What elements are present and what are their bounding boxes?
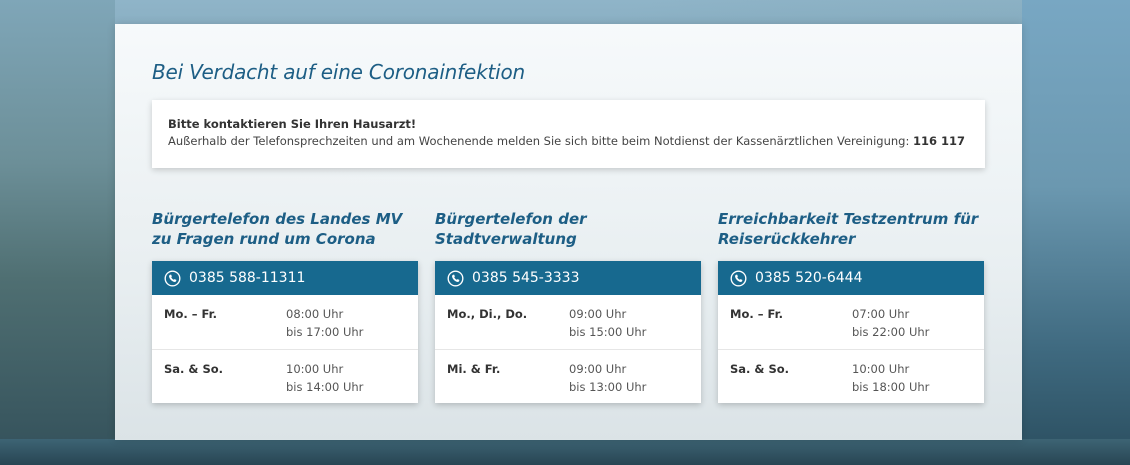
hotline-column-stadt: Bürgertelefon der Stadtverwaltung 0385 5… (435, 209, 701, 403)
phone-number-link[interactable]: 0385 520-6444 (718, 261, 984, 295)
hours-time: 09:00 Uhr bis 15:00 Uhr (569, 305, 646, 349)
phone-number-link[interactable]: 0385 588-11311 (152, 261, 418, 295)
hours-row: Sa. & So. 10:00 Uhr bis 14:00 Uhr (152, 349, 418, 403)
hours-from: 09:00 Uhr (569, 307, 627, 321)
hours-row: Mo. – Fr. 08:00 Uhr bis 17:00 Uhr (152, 295, 418, 349)
column-title: Bürgertelefon des Landes MV zu Fragen ru… (152, 209, 418, 251)
hours-from: 10:00 Uhr (286, 362, 344, 376)
hours-day: Sa. & So. (730, 362, 789, 376)
hours-to: bis 18:00 Uhr (852, 380, 930, 394)
hotline-column-land: Bürgertelefon des Landes MV zu Fragen ru… (152, 209, 418, 403)
phone-icon (447, 270, 464, 286)
column-title-line1: Bürgertelefon des Landes MV (152, 210, 403, 228)
column-title-line1: Bürgertelefon der Stadtverwaltung (435, 210, 587, 248)
hotline-column-testzentrum: Erreichbarkeit Testzentrum für Reiserück… (718, 209, 984, 403)
hours-time: 08:00 Uhr bis 17:00 Uhr (286, 305, 363, 349)
hours-time: 07:00 Uhr bis 22:00 Uhr (852, 305, 929, 349)
phone-number: 0385 588-11311 (189, 270, 306, 286)
hours-row: Mo., Di., Do. 09:00 Uhr bis 15:00 Uhr (435, 295, 701, 349)
hours-to: bis 14:00 Uhr (286, 380, 364, 394)
page-title: Bei Verdacht auf eine Coronainfektion (152, 60, 525, 84)
hours-day: Mo., Di., Do. (447, 307, 528, 321)
hours-row: Sa. & So. 10:00 Uhr bis 18:00 Uhr (718, 349, 984, 403)
notice-text: Außerhalb der Telefonsprechzeiten und am… (168, 134, 969, 148)
hotline-card: 0385 520-6444 Mo. – Fr. 07:00 Uhr bis 22… (718, 261, 984, 403)
phone-icon (164, 270, 181, 286)
hours-from: 07:00 Uhr (852, 307, 910, 321)
hours-to: bis 22:00 Uhr (852, 325, 930, 339)
hours-from: 09:00 Uhr (569, 362, 627, 376)
hours-time: 10:00 Uhr bis 18:00 Uhr (852, 360, 929, 403)
hours-day: Mo. – Fr. (730, 307, 783, 321)
background-left (0, 0, 115, 465)
hours-to: bis 15:00 Uhr (569, 325, 647, 339)
background-bottom (0, 439, 1130, 465)
hours-to: bis 13:00 Uhr (569, 380, 647, 394)
phone-icon (730, 270, 747, 286)
hausarzt-notice: Bitte kontaktieren Sie Ihren Hausarzt! A… (152, 100, 985, 168)
corona-info-panel: Bei Verdacht auf eine Coronainfektion Bi… (115, 24, 1022, 440)
hours-day: Mi. & Fr. (447, 362, 501, 376)
hours-day: Mo. – Fr. (164, 307, 217, 321)
hotline-card: 0385 588-11311 Mo. – Fr. 08:00 Uhr bis 1… (152, 261, 418, 403)
hours-row: Mi. & Fr. 09:00 Uhr bis 13:00 Uhr (435, 349, 701, 403)
column-title: Bürgertelefon der Stadtverwaltung (435, 209, 701, 251)
hours-day: Sa. & So. (164, 362, 223, 376)
column-title: Erreichbarkeit Testzentrum für Reiserück… (718, 209, 984, 251)
hotline-card: 0385 545-3333 Mo., Di., Do. 09:00 Uhr bi… (435, 261, 701, 403)
phone-number: 0385 545-3333 (472, 270, 580, 286)
hours-from: 08:00 Uhr (286, 307, 344, 321)
hours-from: 10:00 Uhr (852, 362, 910, 376)
background-right (1022, 0, 1130, 465)
notice-title: Bitte kontaktieren Sie Ihren Hausarzt! (168, 117, 417, 131)
column-title-line1: Erreichbarkeit Testzentrum für (718, 210, 979, 228)
notice-number[interactable]: 116 117 (913, 134, 965, 148)
hours-time: 09:00 Uhr bis 13:00 Uhr (569, 360, 646, 403)
notice-body: Außerhalb der Telefonsprechzeiten und am… (168, 134, 913, 148)
hours-time: 10:00 Uhr bis 14:00 Uhr (286, 360, 363, 403)
phone-number: 0385 520-6444 (755, 270, 863, 286)
hours-row: Mo. – Fr. 07:00 Uhr bis 22:00 Uhr (718, 295, 984, 349)
column-title-line2: Reiserückkehrer (718, 230, 856, 248)
hours-to: bis 17:00 Uhr (286, 325, 364, 339)
column-title-line2: zu Fragen rund um Corona (152, 230, 376, 248)
phone-number-link[interactable]: 0385 545-3333 (435, 261, 701, 295)
